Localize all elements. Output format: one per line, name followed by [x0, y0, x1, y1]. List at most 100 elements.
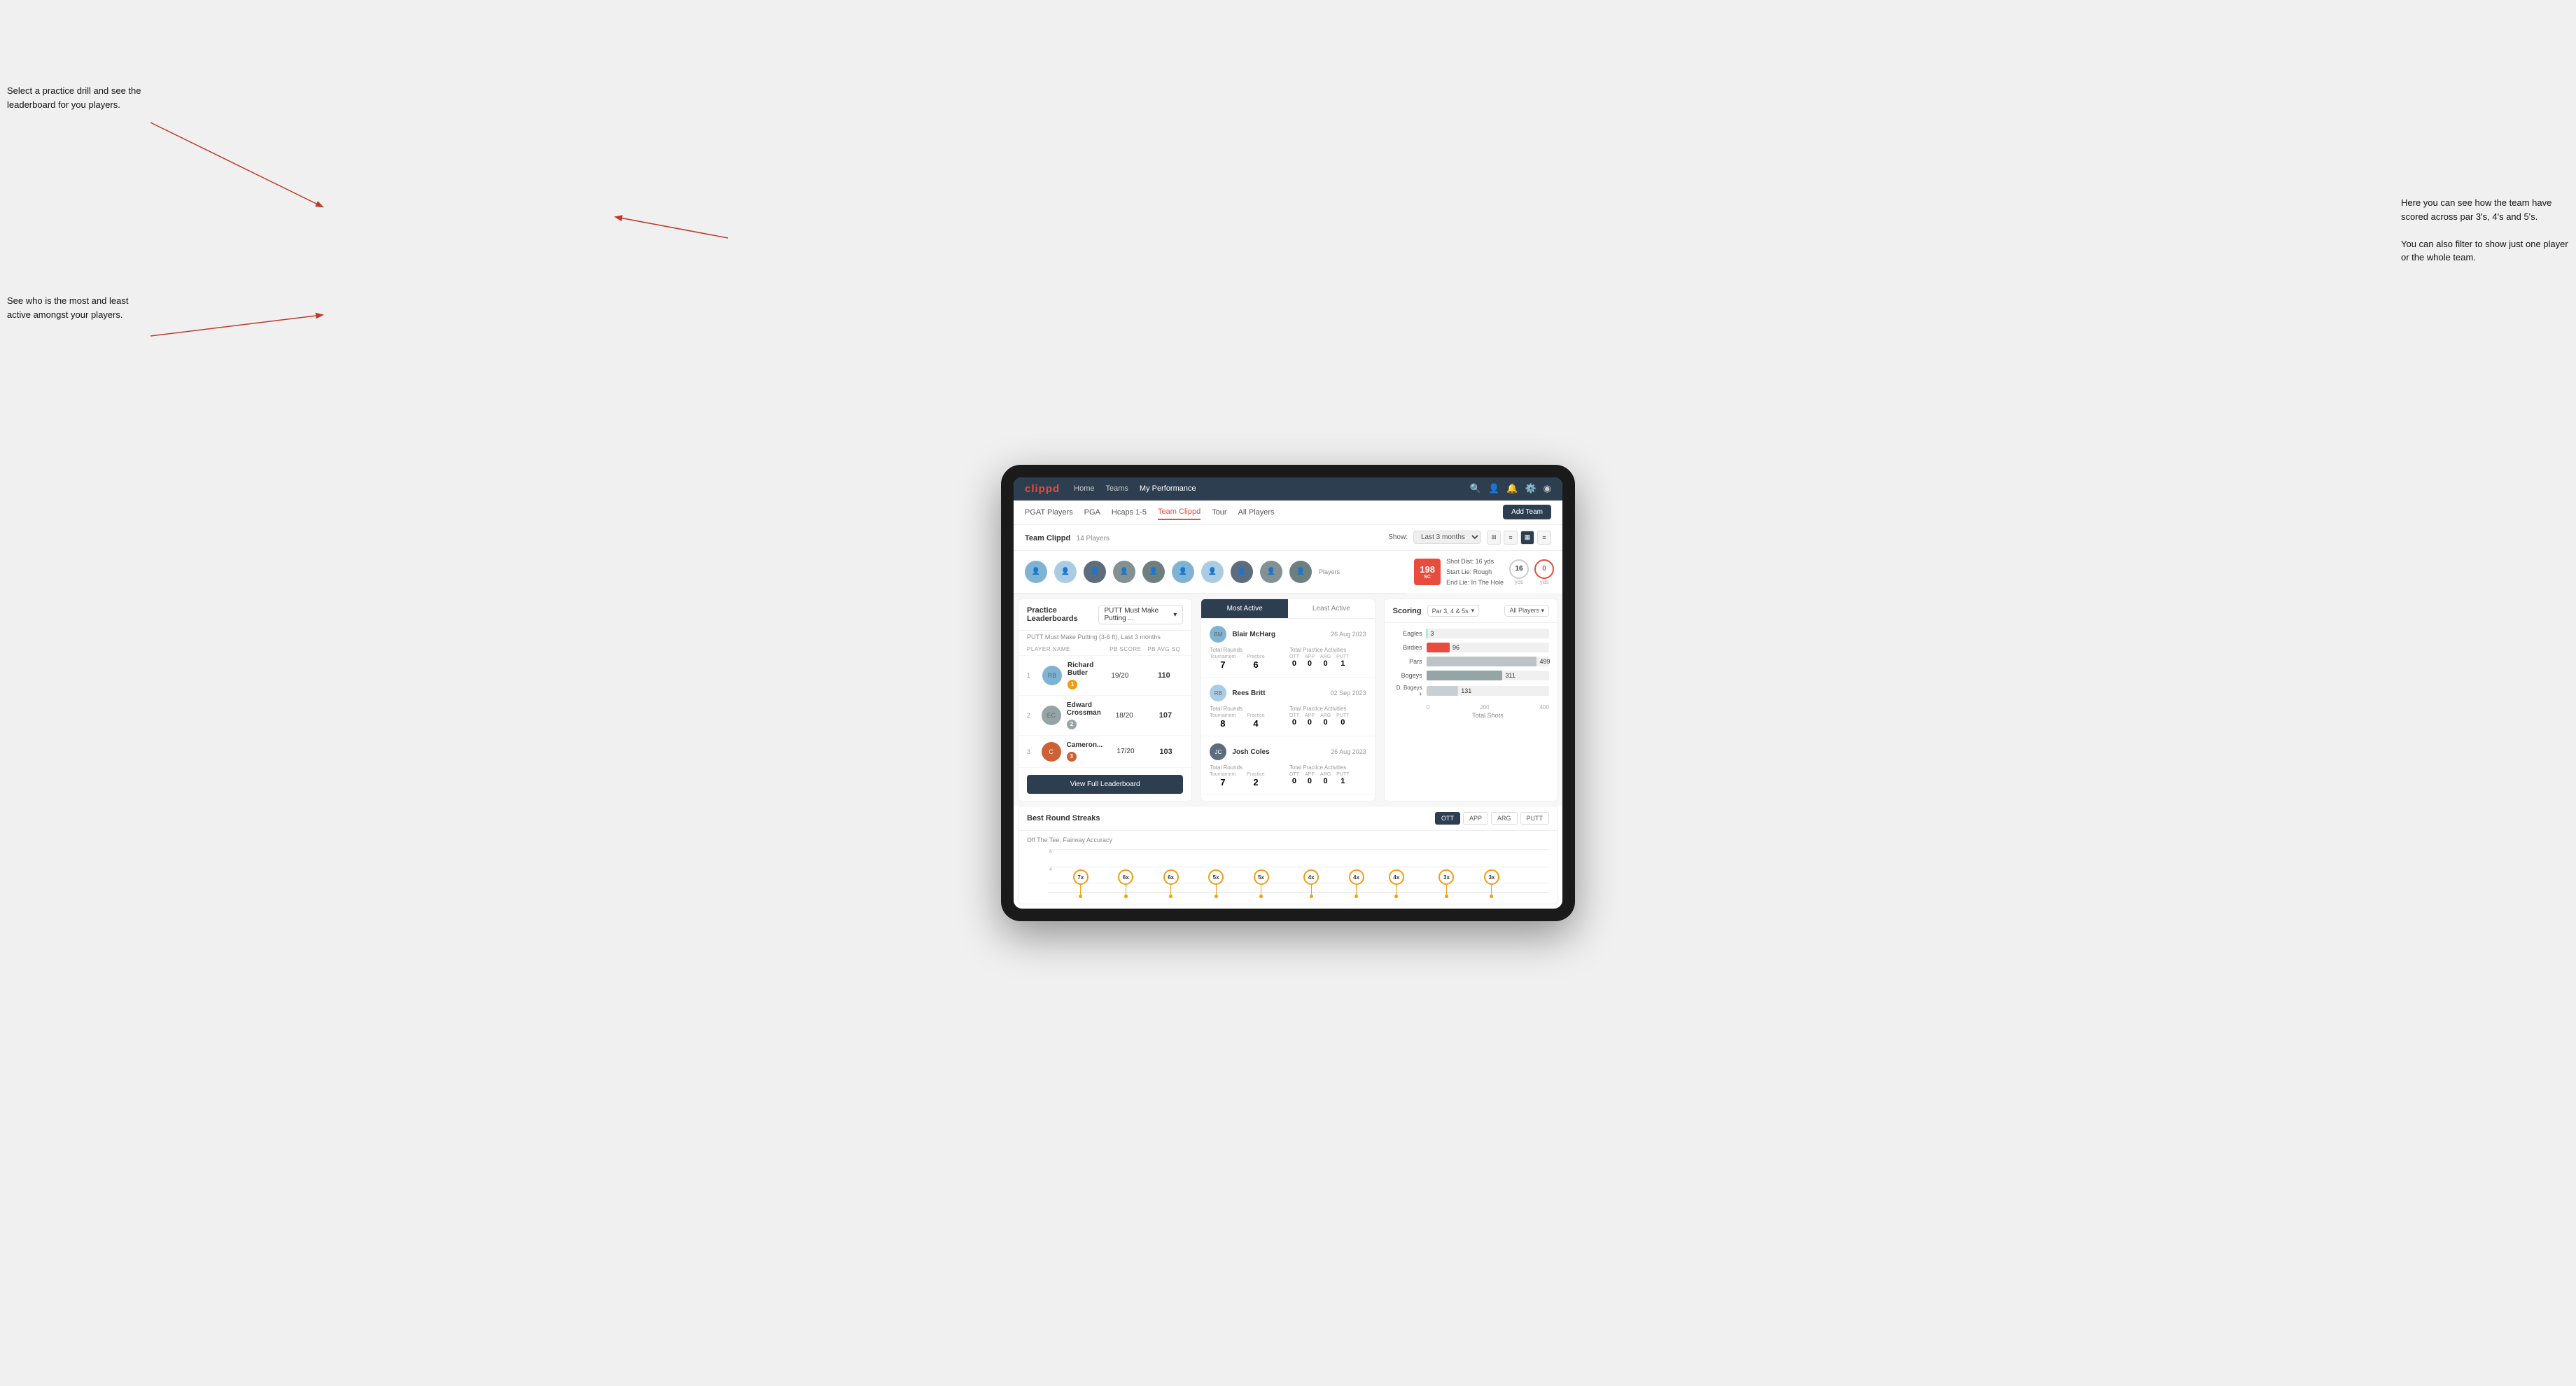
leaderboard-dropdown[interactable]: PUTT Must Make Putting ... ▾	[1098, 605, 1184, 624]
scoring-bar-chart: Eagles 3 Birdies 96	[1385, 623, 1558, 727]
avatar[interactable]: 👤	[1289, 561, 1312, 583]
avatar[interactable]: 👤	[1025, 561, 1047, 583]
add-team-button[interactable]: Add Team	[1503, 505, 1551, 519]
team-title-group: Team Clippd 14 Players	[1025, 531, 1110, 544]
least-active-tab[interactable]: Least Active	[1288, 599, 1375, 618]
score-circle-2: 0	[1534, 559, 1554, 579]
avatar[interactable]: 👤	[1260, 561, 1282, 583]
scoring-header: Scoring Par 3, 4 & 5s ▾ All Players ▾	[1385, 599, 1558, 623]
subnav-all-players[interactable]: All Players	[1238, 505, 1275, 519]
bar-track: 131	[1427, 686, 1549, 696]
nav-teams[interactable]: Teams	[1106, 483, 1128, 494]
bar-birdies: Birdies 96	[1393, 643, 1549, 652]
streaks-timeline: 6 4 7x 6x	[1027, 849, 1549, 898]
avatar[interactable]: 👤	[1201, 561, 1224, 583]
activity-date: 26 Aug 2023	[1331, 631, 1366, 638]
total-rounds-label: Total Rounds	[1210, 706, 1287, 712]
activity-panel: Most Active Least Active BM Blair McHarg…	[1200, 598, 1375, 802]
avatar[interactable]: 👤	[1113, 561, 1135, 583]
chart-view-icon[interactable]: ≡	[1537, 531, 1551, 545]
leaderboard-col-headers: PLAYER NAME PB SCORE PB AVG SQ	[1018, 643, 1191, 656]
activity-player-name: Josh Coles	[1232, 748, 1325, 756]
list-view-icon[interactable]: ≡	[1504, 531, 1518, 545]
main-content: Practice Leaderboards PUTT Must Make Put…	[1014, 594, 1562, 806]
streak-filter-arg[interactable]: ARG	[1491, 812, 1518, 825]
bar-eagles: Eagles 3	[1393, 629, 1549, 638]
score-circle-1: 16	[1509, 559, 1529, 579]
scoring-player-filter[interactable]: All Players ▾	[1504, 605, 1549, 617]
scoring-title: Scoring	[1393, 607, 1422, 615]
avatar: RB	[1042, 666, 1062, 685]
avatar[interactable]: 👤	[1142, 561, 1165, 583]
avatar[interactable]: 👤	[1231, 561, 1253, 583]
player-score: 17/20	[1108, 748, 1143, 755]
bar-label-dbogeys: D. Bogeys +	[1393, 685, 1422, 697]
timeline-pin: 7x	[1073, 869, 1088, 898]
avatar[interactable]: 👤	[1172, 561, 1194, 583]
subnav-pga[interactable]: PGA	[1084, 505, 1100, 519]
app-logo: clippd	[1025, 483, 1060, 495]
team-name: Team Clippd	[1025, 534, 1070, 542]
scoring-filter-dropdown[interactable]: Par 3, 4 & 5s ▾	[1427, 605, 1480, 617]
avatar: RB	[1210, 685, 1226, 701]
table-row: 2 EC Edward Crossman 2 18/20 107	[1018, 696, 1191, 736]
annotation-top-right: Here you can see how the team have score…	[2401, 196, 2569, 265]
streaks-title: Best Round Streaks	[1027, 814, 1100, 822]
streak-filter-putt[interactable]: PUTT	[1520, 812, 1550, 825]
user-avatar-icon[interactable]: ◉	[1544, 483, 1551, 494]
show-select[interactable]: Last 3 months	[1413, 531, 1481, 544]
subnav-hcaps[interactable]: Hcaps 1-5	[1112, 505, 1147, 519]
player-avg: 107	[1148, 711, 1184, 720]
streaks-header: Best Round Streaks OTT APP ARG PUTT	[1018, 806, 1558, 831]
bar-pars: Pars 499	[1393, 657, 1549, 666]
activity-player-name: Blair McHarg	[1232, 631, 1325, 638]
bar-track: 96	[1427, 643, 1549, 652]
total-rounds-label: Total Rounds	[1210, 647, 1287, 653]
avatar: C	[1042, 742, 1061, 762]
settings-icon[interactable]: ⚙️	[1525, 483, 1536, 494]
team-player-count: 14 Players	[1077, 535, 1110, 542]
subnav-team-clippd[interactable]: Team Clippd	[1158, 505, 1200, 520]
most-active-tab[interactable]: Most Active	[1201, 599, 1288, 618]
player-info: Edward Crossman 2	[1067, 701, 1101, 729]
bar-label-birdies: Birdies	[1393, 644, 1422, 651]
timeline-pin: 6x	[1118, 869, 1133, 898]
streak-filter-app[interactable]: APP	[1463, 812, 1488, 825]
timeline-pin: 6x	[1163, 869, 1179, 898]
silver-badge: 2	[1067, 720, 1077, 729]
avatar: BM	[1210, 626, 1226, 643]
card-view-icon[interactable]: ▦	[1520, 531, 1534, 545]
chart-x-axis: 0200400	[1393, 701, 1549, 710]
person-icon[interactable]: 👤	[1488, 483, 1499, 494]
avatar[interactable]: 👤	[1054, 561, 1077, 583]
leaderboard-subtitle: PUTT Must Make Putting (3-6 ft), Last 3 …	[1018, 631, 1191, 643]
bell-icon[interactable]: 🔔	[1506, 483, 1518, 494]
bar-track: 499	[1427, 657, 1549, 666]
activity-item: RB Rees Britt 02 Sep 2023 Total Rounds T…	[1201, 678, 1374, 736]
avatar[interactable]: 👤	[1084, 561, 1106, 583]
activity-date: 02 Sep 2023	[1331, 690, 1366, 696]
rank-2: 2	[1027, 712, 1036, 719]
view-full-leaderboard-button[interactable]: View Full Leaderboard	[1027, 775, 1183, 794]
total-rounds-label: Total Rounds	[1210, 764, 1287, 771]
activity-item-header: RB Rees Britt 02 Sep 2023	[1210, 685, 1366, 701]
score-circles: 16 yds 0 yds	[1509, 559, 1554, 585]
show-filter: Show: Last 3 months ⊞ ≡ ▦ ≡	[1388, 531, 1551, 545]
timeline-pin: 5x	[1208, 869, 1224, 898]
streak-filter-ott[interactable]: OTT	[1435, 812, 1460, 825]
activity-player-name: Rees Britt	[1232, 690, 1324, 697]
search-icon[interactable]: 🔍	[1470, 483, 1481, 494]
nav-home[interactable]: Home	[1074, 483, 1094, 494]
activity-item: BM Blair McHarg 26 Aug 2023 Total Rounds…	[1201, 619, 1374, 678]
subnav-tour[interactable]: Tour	[1212, 505, 1226, 519]
timeline-pin: 4x	[1349, 869, 1364, 898]
player-score: 19/20	[1100, 672, 1139, 680]
grid-view-icon[interactable]: ⊞	[1487, 531, 1501, 545]
rank-1: 1	[1027, 672, 1037, 679]
subnav-pgat[interactable]: PGAT Players	[1025, 505, 1073, 519]
avatar: JC	[1210, 743, 1226, 760]
score-preview: 198 SC Shot Dist: 16 yds Start Lie: Roug…	[1406, 551, 1562, 594]
view-icons: ⊞ ≡ ▦ ≡	[1487, 531, 1551, 545]
nav-my-performance[interactable]: My Performance	[1140, 483, 1196, 494]
activity-item: JC Josh Coles 26 Aug 2023 Total Rounds T…	[1201, 736, 1374, 795]
